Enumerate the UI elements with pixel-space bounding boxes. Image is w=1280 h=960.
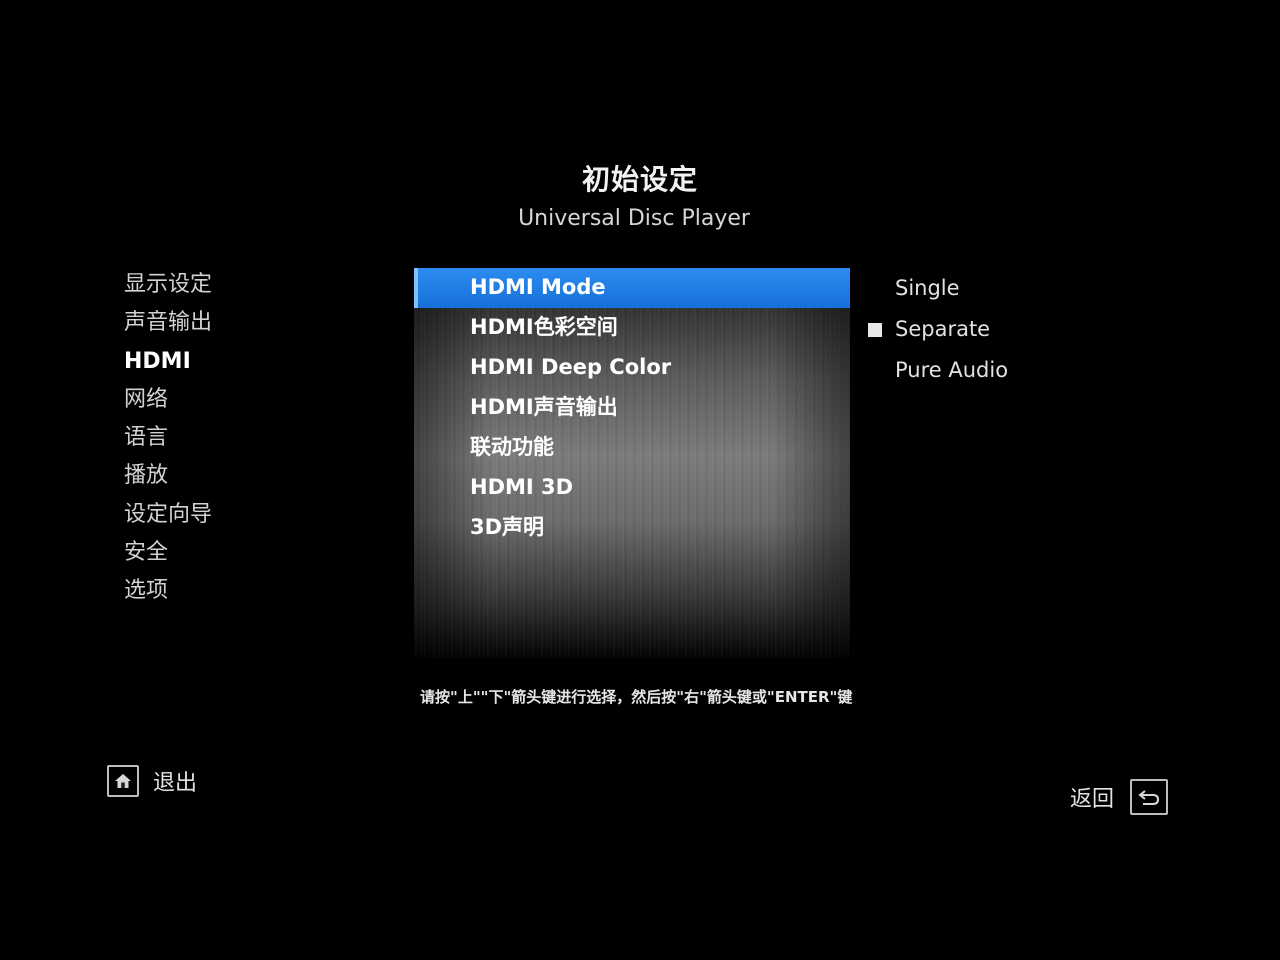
category-hdmi[interactable]: HDMI bbox=[124, 343, 212, 381]
home-icon bbox=[107, 765, 139, 797]
selected-marker-icon bbox=[868, 323, 882, 337]
exit-button[interactable]: 退出 bbox=[107, 765, 197, 797]
menu-item-linkage[interactable]: 联动功能 bbox=[414, 428, 850, 468]
option-label: Single bbox=[895, 276, 960, 300]
menu-item-hdmi-audio-output[interactable]: HDMI声音输出 bbox=[414, 388, 850, 428]
option-single[interactable]: Single bbox=[866, 268, 1008, 309]
hdmi-settings-list: HDMI Mode HDMI色彩空间 HDMI Deep Color HDMI声… bbox=[414, 268, 850, 548]
menu-item-3d-notice[interactable]: 3D声明 bbox=[414, 508, 850, 548]
menu-item-hdmi-3d[interactable]: HDMI 3D bbox=[414, 468, 850, 508]
return-label: 返回 bbox=[1070, 787, 1115, 812]
category-security[interactable]: 安全 bbox=[124, 534, 212, 572]
category-options[interactable]: 选项 bbox=[124, 572, 212, 610]
option-pure-audio[interactable]: Pure Audio bbox=[866, 350, 1008, 391]
exit-label: 退出 bbox=[153, 771, 198, 796]
page-title: 初始设定 bbox=[581, 163, 698, 196]
return-button[interactable]: 返回 bbox=[1070, 779, 1169, 815]
category-setup-wizard[interactable]: 设定向导 bbox=[124, 496, 212, 534]
option-label: Pure Audio bbox=[895, 358, 1009, 382]
category-audio-output[interactable]: 声音输出 bbox=[124, 304, 212, 342]
option-label: Separate bbox=[895, 317, 991, 341]
category-network[interactable]: 网络 bbox=[124, 381, 212, 419]
menu-item-hdmi-mode[interactable]: HDMI Mode bbox=[414, 268, 850, 308]
navigation-hint: 请按"上""下"箭头键进行选择，然后按"右"箭头键或"ENTER"键 bbox=[420, 688, 853, 706]
device-subtitle: Universal Disc Player bbox=[518, 206, 750, 231]
return-arrow-icon bbox=[1130, 779, 1169, 815]
settings-category-menu: 显示设定 声音输出 HDMI 网络 语言 播放 设定向导 安全 选项 bbox=[124, 266, 212, 611]
category-playback[interactable]: 播放 bbox=[124, 457, 212, 495]
category-display[interactable]: 显示设定 bbox=[124, 266, 212, 304]
menu-item-hdmi-color-space[interactable]: HDMI色彩空间 bbox=[414, 308, 850, 348]
option-separate[interactable]: Separate bbox=[866, 309, 1008, 350]
category-language[interactable]: 语言 bbox=[124, 419, 212, 457]
hdmi-mode-options: Single Separate Pure Audio bbox=[866, 268, 1008, 391]
menu-item-hdmi-deep-color[interactable]: HDMI Deep Color bbox=[414, 348, 850, 388]
